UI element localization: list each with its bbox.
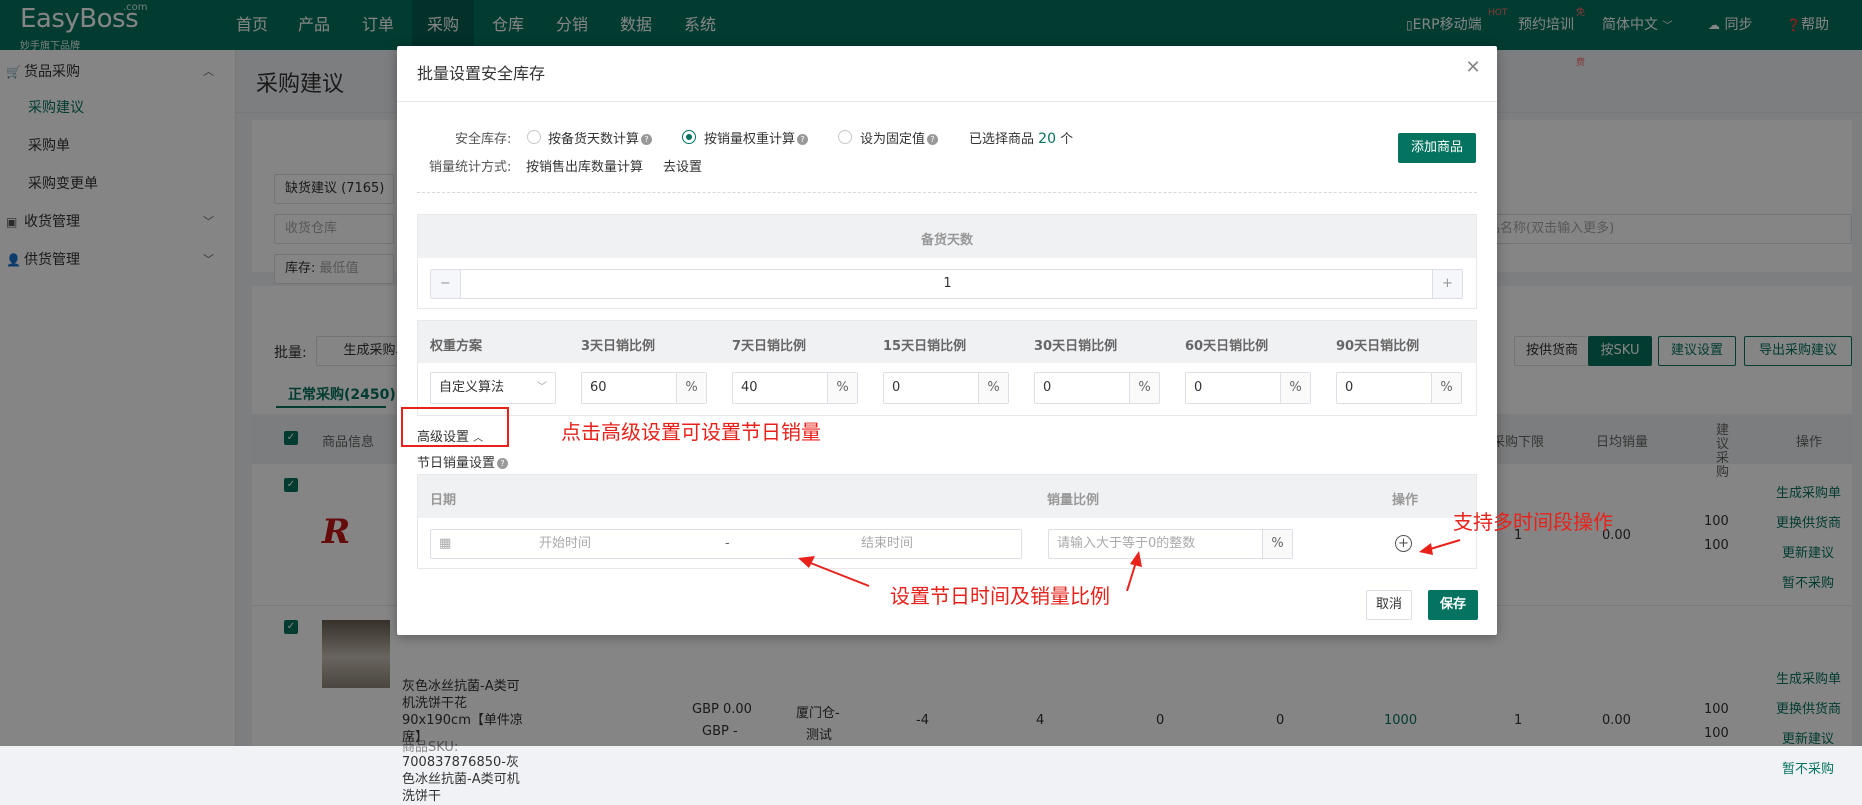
cancel-button[interactable]: 取消	[1366, 590, 1412, 620]
arrow-to-add	[1419, 539, 1461, 555]
save-button[interactable]: 保存	[1428, 590, 1478, 620]
annotation-arrows	[798, 539, 1461, 592]
row2-skip-link[interactable]: 暂不采购	[1782, 758, 1834, 777]
row2-sku: 700837876850-灰色冰丝抗菌-A类可机洗饼干	[402, 755, 520, 804]
arrow-to-date	[798, 556, 870, 587]
arrow-to-ratio	[1126, 551, 1142, 592]
safety-stock-modal: 批量设置安全库存 ✕ 安全库存: 按备货天数计算? 按销量权重计算? 设为固定值…	[397, 46, 1613, 635]
